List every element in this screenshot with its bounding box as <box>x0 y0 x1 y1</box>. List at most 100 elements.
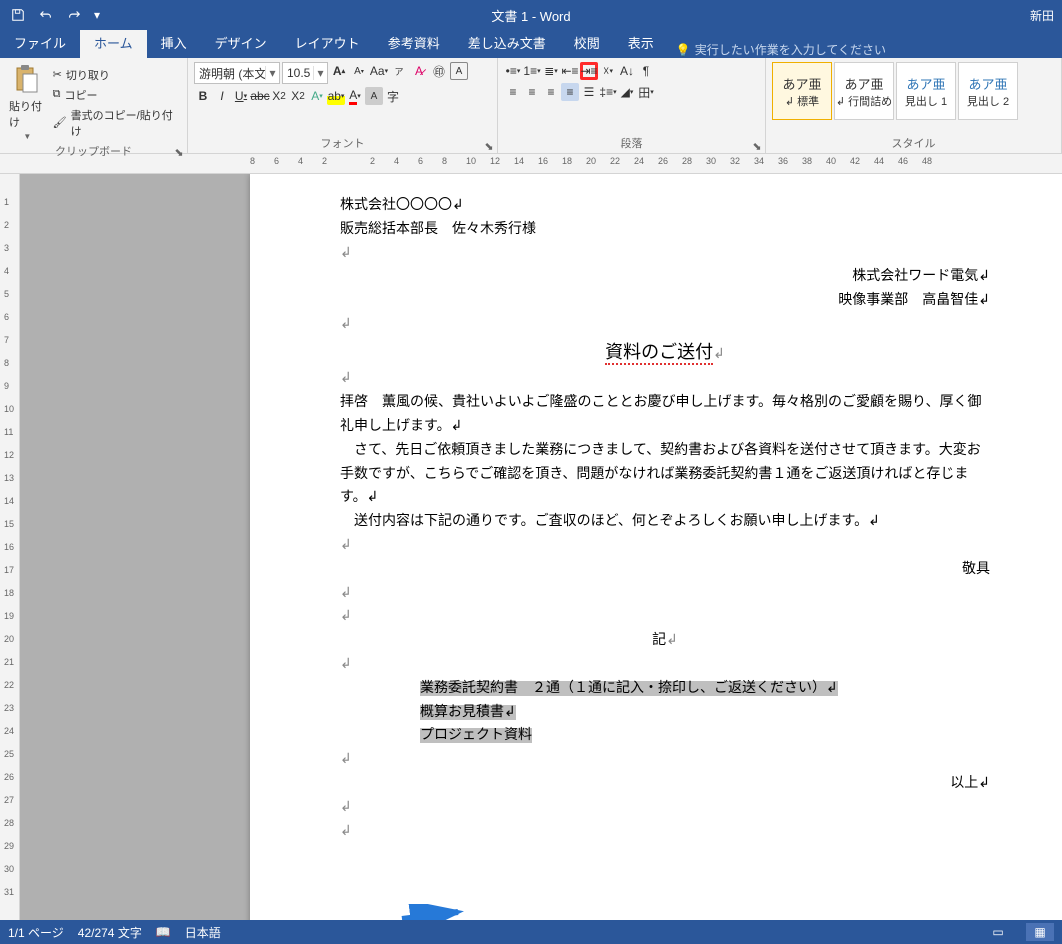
tab-view[interactable]: 表示 <box>614 27 668 58</box>
ruler-vertical[interactable]: 1234567891011121314151617181920212223242… <box>0 174 20 920</box>
style-normal[interactable]: あア亜↲ 標準 <box>772 62 832 120</box>
align-center-button[interactable]: ≡ <box>523 83 541 101</box>
body-p3[interactable]: 送付内容は下記の通りです。ご査収のほど、何とぞよろしくお願い申し上げます。↲ <box>340 510 990 534</box>
font-size-combo[interactable]: 10.5▾ <box>282 62 328 84</box>
para-mark: ↲ <box>340 534 990 558</box>
tab-layout[interactable]: レイアウト <box>281 27 374 58</box>
ijo[interactable]: 以上↲ <box>340 772 990 796</box>
sender-name[interactable]: 映像事業部 高畠智佳↲ <box>340 289 990 313</box>
clear-formatting-button[interactable]: A̷ <box>410 62 428 80</box>
increase-indent-button[interactable]: ⇥≡ <box>580 62 598 80</box>
view-read-button[interactable]: ▭ <box>984 923 1012 941</box>
char-shading-button[interactable]: A <box>365 87 383 105</box>
undo-button[interactable] <box>34 3 58 27</box>
bullet-1[interactable]: 業務委託契約書 ２通（１通に記入・捺印し、ご返送ください）↲ <box>340 677 990 701</box>
tab-home[interactable]: ホーム <box>80 27 147 58</box>
decrease-font-button[interactable]: A▾ <box>350 62 368 80</box>
recipient-name[interactable]: 販売総括本部長 佐々木秀行様 <box>340 218 990 242</box>
chevron-down-icon: ▾ <box>265 66 279 80</box>
tell-me-search[interactable]: 💡 実行したい作業を入力してください <box>668 41 886 58</box>
char-border-button[interactable]: A <box>450 62 468 80</box>
paste-button[interactable]: 貼り付け ▼ <box>6 62 49 143</box>
bullet-2[interactable]: 概算お見積書↲ <box>340 701 990 725</box>
paragraph-group-label: 段落 <box>621 138 643 150</box>
show-marks-button[interactable]: ¶ <box>637 62 655 80</box>
distribute-button[interactable]: ☰ <box>580 83 598 101</box>
para-mark: ↲ <box>340 605 990 629</box>
status-bar: 1/1 ページ 42/274 文字 📖 日本語 ▭ ▦ <box>0 920 1062 944</box>
qat-customize-icon[interactable]: ▾ <box>90 3 104 27</box>
tab-design[interactable]: デザイン <box>201 27 281 58</box>
doc-title[interactable]: 資料のご送付↲ <box>340 337 990 368</box>
styles-group-label: スタイル <box>892 138 936 150</box>
style-preview: あア亜 <box>906 74 945 93</box>
shading-button[interactable]: ◢▾ <box>618 83 636 101</box>
change-case-button[interactable]: Aa▾ <box>370 62 388 80</box>
group-font: 游明朝 (本文▾ 10.5▾ A▴ A▾ Aa▾ ア A̷ ㊞ A B I U▾… <box>188 58 498 153</box>
line-spacing-button[interactable]: ‡≡▾ <box>599 83 617 101</box>
recipient-company[interactable]: 株式会社〇〇〇〇↲ <box>340 194 990 218</box>
copy-button[interactable]: ⧉コピー <box>51 86 181 104</box>
justify-button[interactable]: ≡ <box>561 83 579 101</box>
underline-button[interactable]: U▾ <box>232 87 250 105</box>
text-effects-button[interactable]: A▾ <box>308 87 326 105</box>
strikethrough-button[interactable]: abc <box>251 87 269 105</box>
subscript-button[interactable]: X2 <box>270 87 288 105</box>
ki-heading[interactable]: 記↲ <box>340 629 990 653</box>
spellcheck-icon[interactable]: 📖 <box>156 925 171 939</box>
body-p2[interactable]: さて、先日ご依頼頂きました業務につきまして、契約書および各資料を送付させて頂きま… <box>340 439 990 510</box>
tab-insert[interactable]: 挿入 <box>147 27 201 58</box>
tab-mailings[interactable]: 差し込み文書 <box>454 27 560 58</box>
status-words[interactable]: 42/274 文字 <box>78 924 142 941</box>
tab-file[interactable]: ファイル <box>0 27 80 58</box>
align-left-button[interactable]: ≡ <box>504 83 522 101</box>
bullets-button[interactable]: •≡▾ <box>504 62 522 80</box>
increase-font-button[interactable]: A▴ <box>330 62 348 80</box>
status-page[interactable]: 1/1 ページ <box>8 924 64 941</box>
font-name-combo[interactable]: 游明朝 (本文▾ <box>194 62 280 84</box>
keigu[interactable]: 敬具 <box>340 558 990 582</box>
quick-access-toolbar: ▾ <box>0 3 104 27</box>
asian-layout-button[interactable]: ☓▾ <box>599 62 617 80</box>
paragraph-launcher-icon[interactable]: ⬊ <box>751 140 763 152</box>
para-mark: ↲ <box>340 242 990 266</box>
align-right-button[interactable]: ≡ <box>542 83 560 101</box>
highlight-button[interactable]: ab▾ <box>327 87 345 105</box>
redo-button[interactable] <box>62 3 86 27</box>
superscript-button[interactable]: X2 <box>289 87 307 105</box>
multilevel-list-button[interactable]: ≣▾ <box>542 62 560 80</box>
font-color-button[interactable]: A▾ <box>346 87 364 105</box>
numbering-button[interactable]: 1≡▾ <box>523 62 541 80</box>
para-mark: ↲ <box>340 367 990 391</box>
save-button[interactable] <box>6 3 30 27</box>
format-painter-label: 書式のコピー/貼り付け <box>71 107 179 139</box>
view-print-button[interactable]: ▦ <box>1026 923 1054 941</box>
ruler-horizontal[interactable]: 8642246810121416182022242628303234363840… <box>0 154 1062 174</box>
style-heading1[interactable]: あア亜見出し 1 <box>896 62 956 120</box>
style-preview: あア亜 <box>844 74 883 93</box>
tab-references[interactable]: 参考資料 <box>374 27 454 58</box>
bullet-3[interactable]: プロジェクト資料 <box>340 724 990 748</box>
para-mark: ↲ <box>340 653 990 677</box>
body-p1[interactable]: 拝啓 薫風の候、貴社いよいよご隆盛のこととお慶び申し上げます。毎々格別のご愛顧を… <box>340 391 990 439</box>
bold-button[interactable]: B <box>194 87 212 105</box>
enclose-char-button[interactable]: ㊞ <box>430 62 448 80</box>
font-launcher-icon[interactable]: ⬊ <box>483 140 495 152</box>
tab-review[interactable]: 校閲 <box>560 27 614 58</box>
format-painter-button[interactable]: 🖌書式のコピー/貼り付け <box>51 106 181 140</box>
cut-button[interactable]: ✂切り取り <box>51 66 181 84</box>
italic-button[interactable]: I <box>213 87 231 105</box>
enclose-chars-button[interactable]: 字 <box>384 87 402 105</box>
status-language[interactable]: 日本語 <box>185 924 221 941</box>
style-no-spacing[interactable]: あア亜↲ 行間詰め <box>834 62 894 120</box>
sort-button[interactable]: A↓ <box>618 62 636 80</box>
decrease-indent-button[interactable]: ⇤≡ <box>561 62 579 80</box>
style-heading2[interactable]: あア亜見出し 2 <box>958 62 1018 120</box>
document-canvas[interactable]: 株式会社〇〇〇〇↲ 販売総括本部長 佐々木秀行様 ↲ 株式会社ワード電気↲ 映像… <box>20 174 1062 920</box>
document-body[interactable]: 株式会社〇〇〇〇↲ 販売総括本部長 佐々木秀行様 ↲ 株式会社ワード電気↲ 映像… <box>340 194 990 843</box>
paste-label: 貼り付け <box>9 98 46 130</box>
phonetic-guide-button[interactable]: ア <box>390 62 408 80</box>
sender-company[interactable]: 株式会社ワード電気↲ <box>340 265 990 289</box>
style-name: ↲ 行間詰め <box>836 93 892 109</box>
borders-button[interactable]: 田▾ <box>637 83 655 101</box>
